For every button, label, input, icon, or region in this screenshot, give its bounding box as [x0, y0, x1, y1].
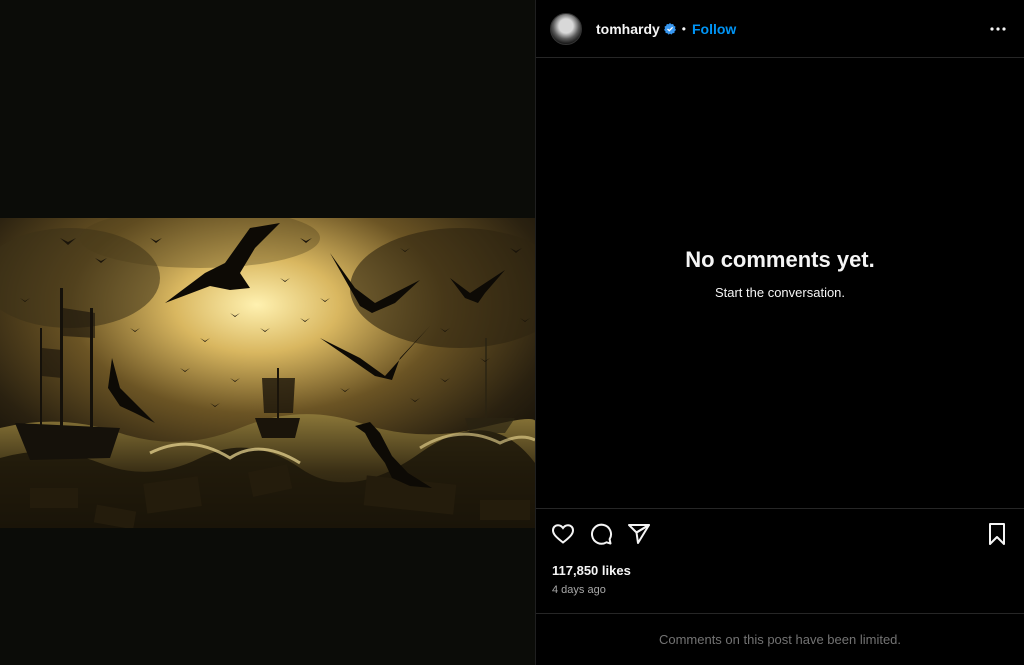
send-icon — [628, 524, 650, 544]
username-link[interactable]: tomhardy — [596, 21, 660, 37]
likes-count[interactable]: 117,850 likes — [536, 563, 1024, 578]
comment-icon — [591, 523, 613, 545]
post-media[interactable] — [0, 0, 535, 665]
save-button[interactable] — [984, 521, 1010, 547]
no-comments-subtitle: Start the conversation. — [714, 284, 846, 300]
more-horizontal-icon — [990, 26, 1006, 31]
action-icons-row — [536, 509, 1024, 559]
follow-button[interactable]: Follow — [692, 21, 736, 37]
share-button[interactable] — [626, 521, 652, 547]
post-actions: 117,850 likes 4 days ago — [536, 508, 1024, 613]
comments-area: No comments yet. Start the conversation. — [536, 58, 1024, 508]
verified-badge-icon — [663, 22, 676, 35]
post-header: tomhardy • Follow — [536, 0, 1024, 58]
comment-button[interactable] — [588, 521, 614, 547]
like-button[interactable] — [550, 521, 576, 547]
post-image[interactable] — [0, 218, 535, 528]
post-timestamp[interactable]: 4 days ago — [536, 584, 1024, 596]
no-comments-title: No comments yet. — [685, 246, 875, 272]
post-side-panel: tomhardy • Follow No comments yet. Start… — [535, 0, 1024, 665]
avatar[interactable] — [550, 12, 582, 45]
heart-icon — [551, 524, 575, 544]
comments-limited-notice: Comments on this post have been limited. — [536, 613, 1024, 665]
post-modal: tomhardy • Follow No comments yet. Start… — [0, 0, 1024, 665]
bookmark-icon — [989, 523, 1005, 545]
more-options-button[interactable] — [986, 17, 1010, 41]
separator-dot: • — [681, 21, 686, 36]
